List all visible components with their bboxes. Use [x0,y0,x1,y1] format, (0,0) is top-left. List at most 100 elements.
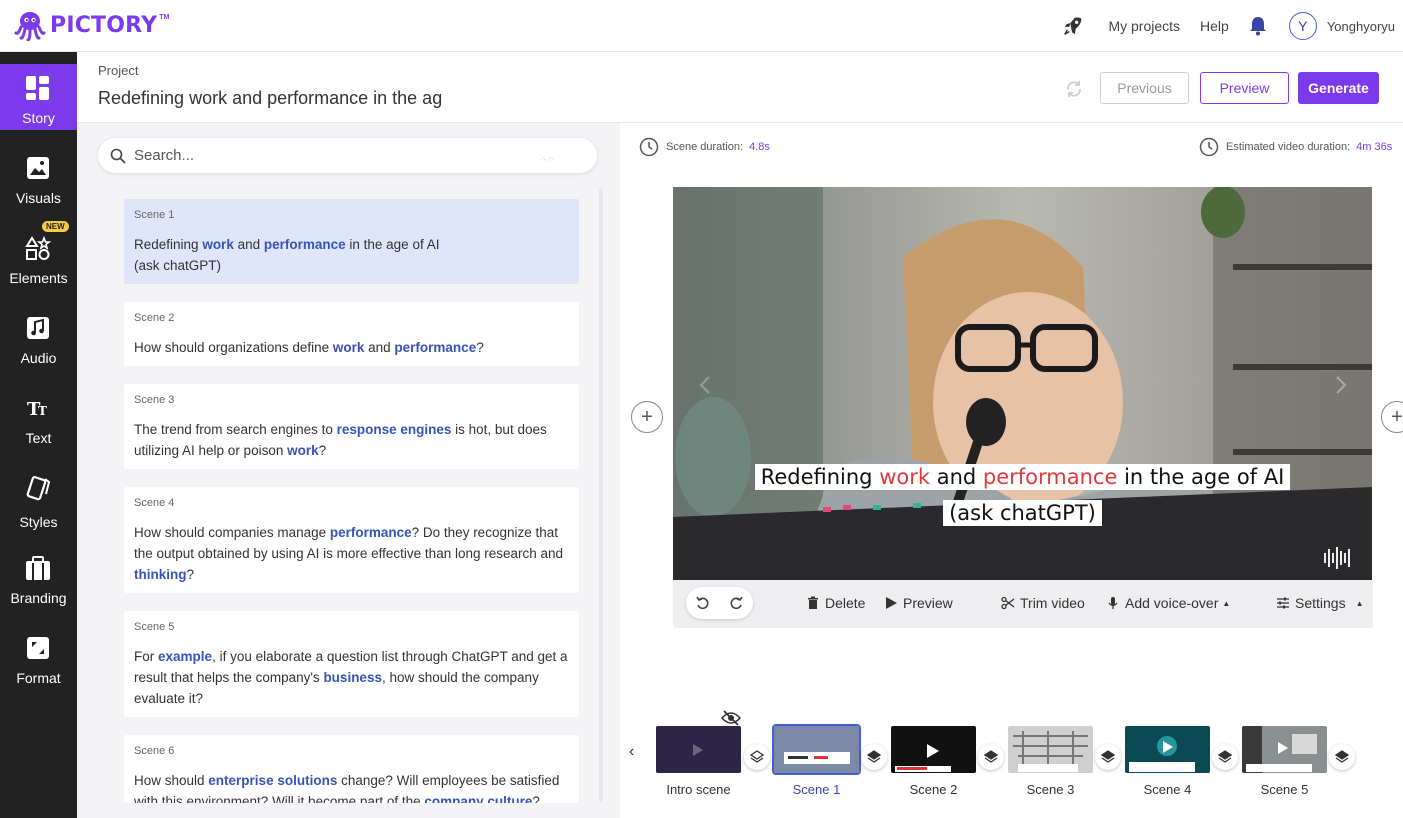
scene-card-3[interactable]: Scene 3 The trend from search engines to… [124,384,579,469]
timeline-label: Scene 2 [909,782,958,797]
timeline-thumb-intro[interactable] [656,726,741,773]
scene-text[interactable]: How should enterprise solutions change? … [134,770,569,803]
scene-duration: Scene duration: 4.8s [639,137,770,157]
caption-line-2[interactable]: (ask chatGPT) [673,500,1372,526]
scene-text[interactable]: The trend from search engines to respons… [134,419,569,461]
sidebar-item-branding[interactable]: Branding [0,544,77,610]
previous-button[interactable]: Previous [1100,72,1189,104]
layers-button[interactable] [1095,744,1121,770]
search-icon [110,148,126,164]
layers-icon [1335,750,1349,763]
thumbnail-image [774,726,859,773]
preview-button[interactable]: Preview [1200,72,1289,104]
timeline-thumb-scene-3[interactable] [1008,726,1093,773]
text-tt-icon: T T [27,399,47,420]
sidebar-item-label: Story [22,110,55,126]
eye-off-icon[interactable] [721,710,741,726]
trim-video-button[interactable]: Trim video [1001,595,1085,611]
scene-list-panel: Scene 1 Redefining work and performance … [77,123,620,818]
scene-list-scrollbar[interactable] [599,188,603,803]
scene-number: Scene 5 [134,621,175,633]
scene-text[interactable]: How should companies manage performance?… [134,522,569,585]
scene-text[interactable]: How should organizations define work and… [134,337,569,358]
timeline-label: Scene 1 [792,782,841,797]
sidebar-item-visuals[interactable]: Visuals [0,144,77,210]
undo-icon[interactable] [695,595,711,611]
caption-line-1[interactable]: Redefining work and performance in the a… [673,464,1372,490]
avatar[interactable]: Y [1288,12,1317,40]
scene-toolbar: Delete Preview Trim video Add voice-over… [673,580,1373,628]
timeline-thumb-scene-1[interactable] [772,724,861,775]
sidebar-item-text[interactable]: T T Text [0,384,77,450]
scene-card-5[interactable]: Scene 5 For example, if you elaborate a … [124,611,579,717]
timeline-thumb-scene-2[interactable] [891,726,976,773]
logo-trademark: TM [159,13,170,21]
sidebar-item-story[interactable]: Story [0,64,77,130]
layout-grid-icon [26,76,49,100]
add-voiceover-button[interactable]: Add voice-over ▲ [1106,595,1230,611]
sidebar-item-audio[interactable]: Audio [0,304,77,370]
layers-button[interactable] [1329,744,1355,770]
clock-icon [639,137,659,157]
layers-button[interactable] [744,744,770,770]
search-input[interactable] [134,147,514,164]
delete-button[interactable]: Delete [806,595,865,611]
settings-button[interactable]: Settings ▲ [1276,595,1364,611]
bell-icon[interactable] [1249,16,1267,36]
scene-card-6[interactable]: Scene 6 How should enterprise solutions … [124,735,579,803]
chevron-up-down-icon[interactable] [539,151,555,167]
rocket-icon[interactable] [1062,15,1084,37]
sidebar-item-label: Format [16,670,61,686]
project-title[interactable]: Redefining work and performance in the a… [98,88,468,109]
my-projects-link[interactable]: My projects [1108,18,1180,34]
layers-button[interactable] [1212,744,1238,770]
add-scene-after-button[interactable]: + [1381,401,1403,433]
layers-icon [750,750,764,763]
preview-scene-button[interactable]: Preview [884,595,953,611]
play-icon [886,597,897,609]
layers-icon [1101,750,1115,763]
video-preview[interactable]: Redefining work and performance in the a… [673,187,1372,580]
pictory-logo[interactable]: PICTORY TM [14,9,169,41]
layers-button[interactable] [978,744,1004,770]
scene-card-4[interactable]: Scene 4 How should companies manage perf… [124,487,579,593]
svg-text:T: T [38,404,47,418]
video-editor: Scene duration: 4.8s Estimated video dura… [620,123,1403,818]
search-box[interactable] [98,138,597,173]
sidebar-item-elements[interactable]: Elements [0,224,77,290]
layers-icon [1218,750,1232,763]
sidebar-item-label: Styles [19,514,58,530]
timeline-label: Scene 5 [1260,782,1309,797]
scene-card-2[interactable]: Scene 2 How should organizations define … [124,302,579,366]
scene-card-1[interactable]: Scene 1 Redefining work and performance … [124,199,579,284]
layers-icon [867,750,881,763]
generate-button[interactable]: Generate [1298,72,1379,104]
sidebar-item-styles[interactable]: Styles [0,464,77,534]
top-bar: PICTORY TM My projects Help Y Yonghyoryu [0,0,1403,52]
username[interactable]: Yonghyoryu [1327,19,1395,34]
scene-number: Scene 3 [134,394,175,406]
caret-up-icon: ▲ [1222,598,1231,608]
clock-icon [1199,137,1219,157]
new-badge: NEW [42,221,69,232]
thumbnail-image [656,726,741,773]
sidebar-item-label: Visuals [16,190,61,206]
scene-text[interactable]: Redefining work and performance in the a… [134,234,569,276]
redo-icon[interactable] [728,595,744,611]
scene-number: Scene 2 [134,312,175,324]
caret-up-icon: ▲ [1355,598,1364,608]
layers-button[interactable] [861,744,887,770]
thumbnail-image [1242,726,1327,773]
layers-icon [984,750,998,763]
music-note-icon [27,317,49,339]
chevron-left-icon[interactable]: ‹ [629,743,634,761]
add-scene-before-button[interactable]: + [631,401,663,433]
timeline-label: Scene 3 [1026,782,1075,797]
help-link[interactable]: Help [1200,18,1229,34]
timeline-thumb-scene-5[interactable] [1242,726,1327,773]
thumbnail-image [891,726,976,773]
scene-text[interactable]: For example, if you elaborate a question… [134,646,569,709]
octopus-logo-icon [14,12,46,41]
sidebar-item-format[interactable]: Format [0,624,77,690]
timeline-thumb-scene-4[interactable] [1125,726,1210,773]
